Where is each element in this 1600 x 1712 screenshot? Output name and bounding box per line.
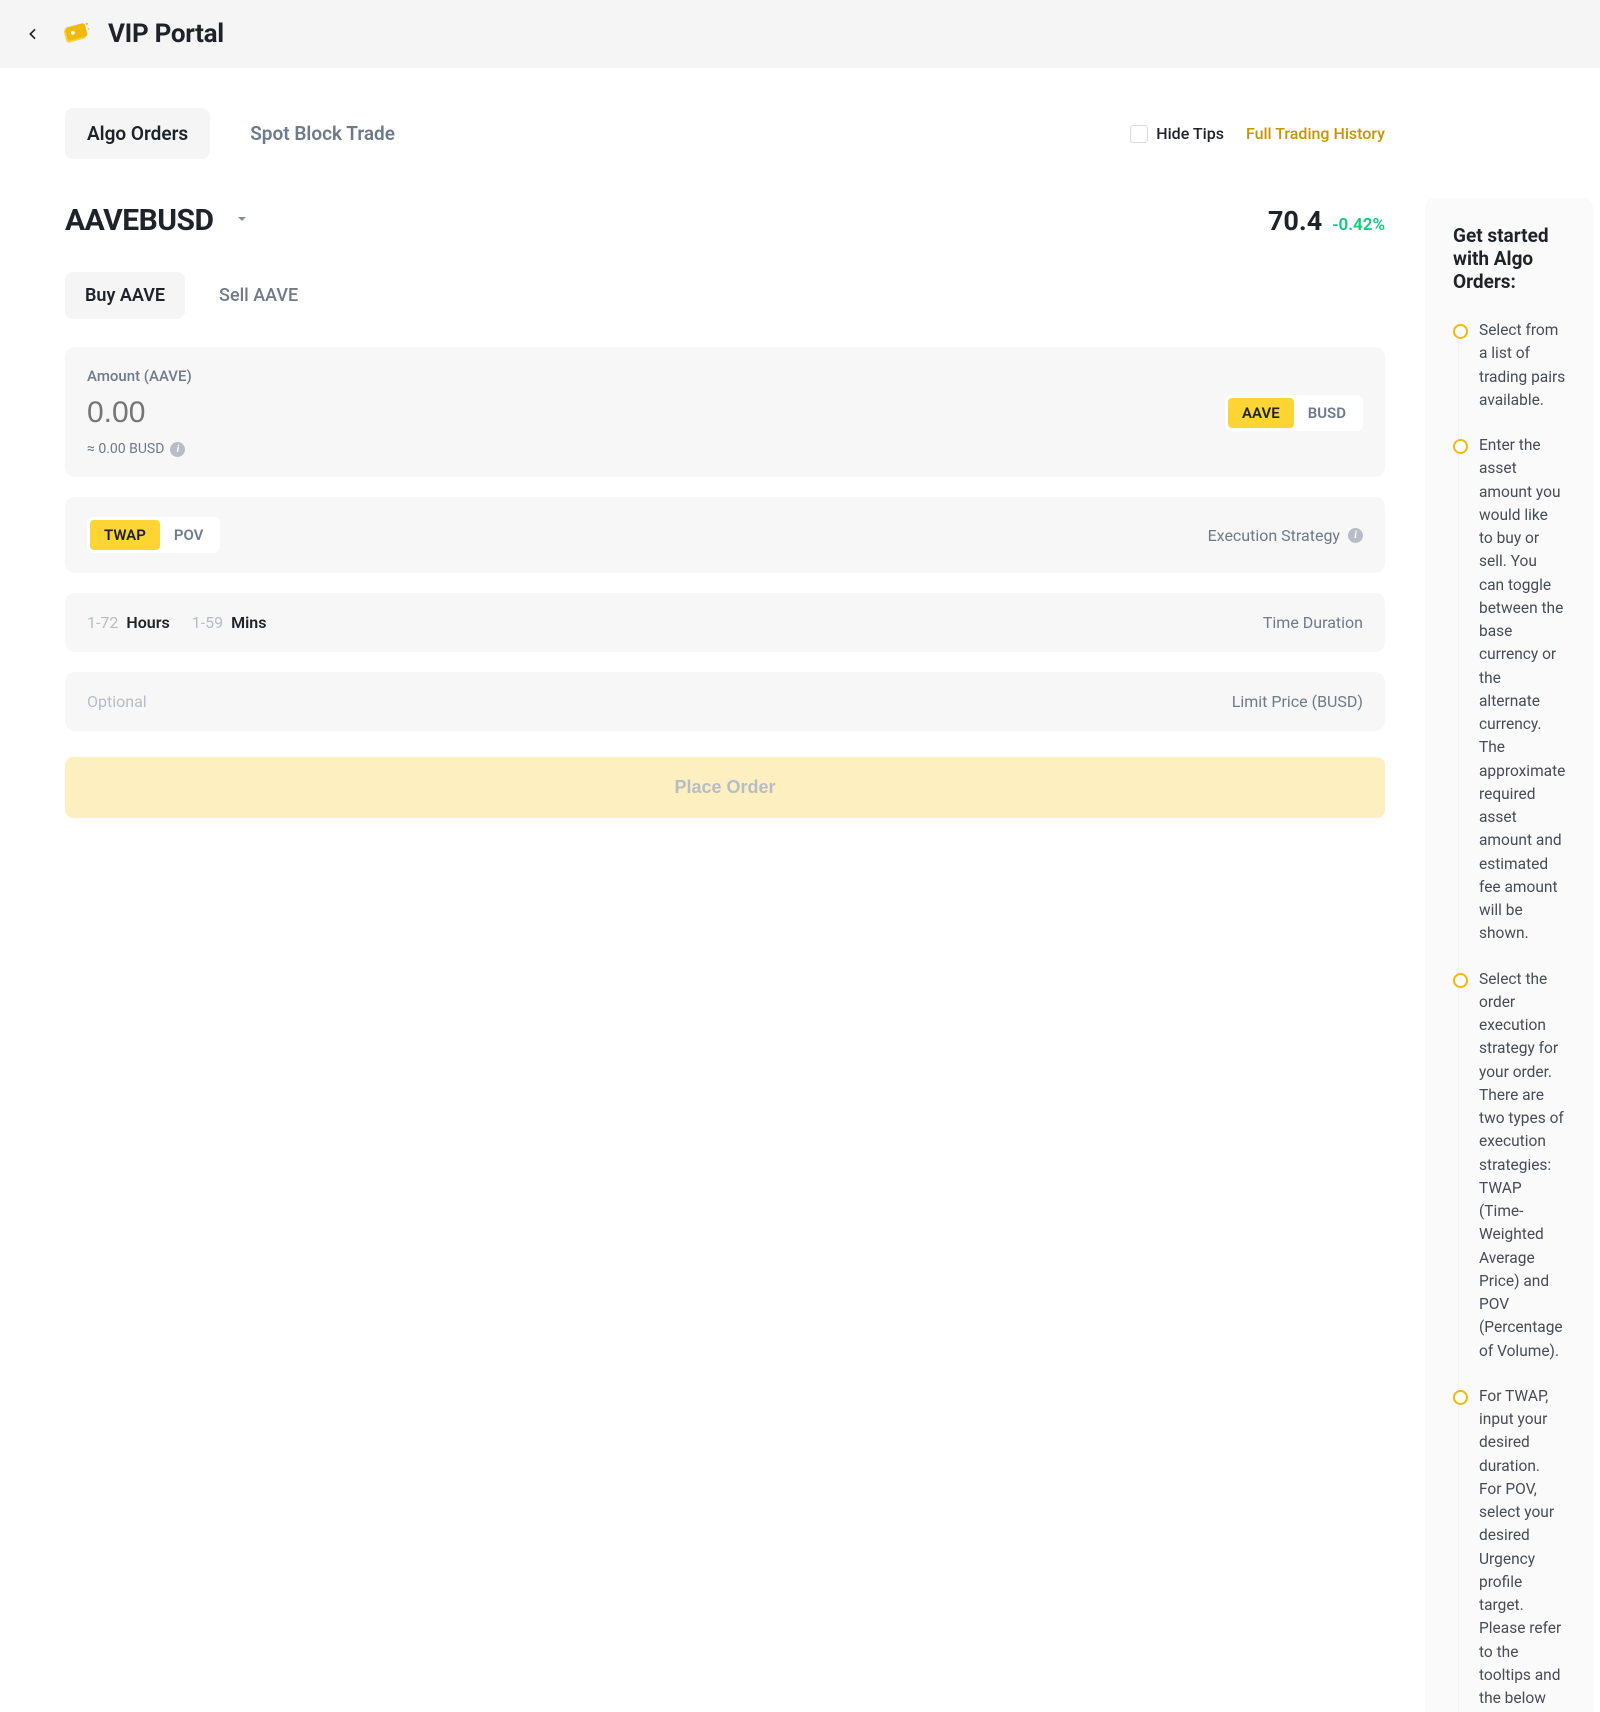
page-title: VIP Portal	[108, 19, 224, 49]
buy-tab[interactable]: Buy AAVE	[65, 272, 185, 319]
tips-item: Enter the asset amount you would like to…	[1453, 434, 1565, 946]
amount-panel: Amount (AAVE) AAVE BUSD ≈ 0.00 BUSD i	[65, 347, 1385, 477]
currency-toggle: AAVE BUSD	[1225, 395, 1363, 431]
strategy-panel: TWAP POV Execution Strategy i	[65, 497, 1385, 573]
hours-unit: Hours	[126, 613, 169, 632]
duration-panel: 1-72 Hours 1-59 Mins Time Duration	[65, 593, 1385, 652]
hide-tips-label: Hide Tips	[1156, 124, 1224, 143]
limit-price-panel: Optional Limit Price (BUSD)	[65, 672, 1385, 731]
sell-tab[interactable]: Sell AAVE	[219, 272, 298, 319]
top-tabs-row: Algo Orders Spot Block Trade Hide Tips F…	[65, 108, 1385, 159]
limit-price-label: Limit Price (BUSD)	[1232, 692, 1363, 711]
tips-item: Select the order execution strategy for …	[1453, 968, 1565, 1363]
strategy-label: Execution Strategy	[1208, 526, 1340, 545]
duration-label: Time Duration	[1263, 613, 1363, 632]
tab-algo-orders[interactable]: Algo Orders	[65, 108, 210, 159]
back-icon[interactable]	[24, 25, 42, 43]
tips-panel: Get started with Algo Orders: Select fro…	[1425, 198, 1593, 1712]
price-change: -0.42%	[1332, 215, 1385, 235]
strategy-toggle: TWAP POV	[87, 517, 220, 553]
chevron-down-icon	[234, 211, 250, 231]
currency-aave-button[interactable]: AAVE	[1228, 398, 1294, 428]
tips-title: Get started with Algo Orders:	[1453, 224, 1565, 293]
strategy-pov-button[interactable]: POV	[160, 520, 218, 550]
currency-busd-button[interactable]: BUSD	[1294, 398, 1360, 428]
info-icon[interactable]: i	[170, 442, 185, 457]
info-icon[interactable]: i	[1348, 528, 1363, 543]
amount-label: Amount (AAVE)	[87, 367, 1363, 385]
mins-hint[interactable]: 1-59	[192, 613, 223, 632]
pair-selector[interactable]: AAVEBUSD	[65, 203, 250, 238]
hide-tips-checkbox[interactable]: Hide Tips	[1130, 124, 1224, 143]
tab-spot-block-trade[interactable]: Spot Block Trade	[250, 122, 395, 145]
checkbox-box-icon	[1130, 125, 1148, 143]
full-trading-history-link[interactable]: Full Trading History	[1246, 124, 1385, 143]
topbar: VIP Portal	[0, 0, 1600, 68]
strategy-twap-button[interactable]: TWAP	[90, 520, 160, 550]
price-display: 70.4 -0.42%	[1268, 205, 1385, 237]
price-value: 70.4	[1268, 205, 1322, 237]
mins-unit: Mins	[231, 613, 266, 632]
pair-symbol: AAVEBUSD	[65, 203, 214, 238]
tips-list: Select from a list of trading pairs avai…	[1453, 319, 1565, 1712]
approx-value: ≈ 0.00 BUSD	[87, 441, 164, 457]
hours-hint[interactable]: 1-72	[87, 613, 118, 632]
tips-item: For TWAP, input your desired duration. F…	[1453, 1385, 1565, 1712]
tips-item: Select from a list of trading pairs avai…	[1453, 319, 1565, 412]
place-order-button[interactable]: Place Order	[65, 757, 1385, 818]
brand-icon	[58, 17, 92, 51]
amount-input[interactable]	[87, 396, 387, 430]
limit-price-input[interactable]: Optional	[87, 692, 147, 711]
